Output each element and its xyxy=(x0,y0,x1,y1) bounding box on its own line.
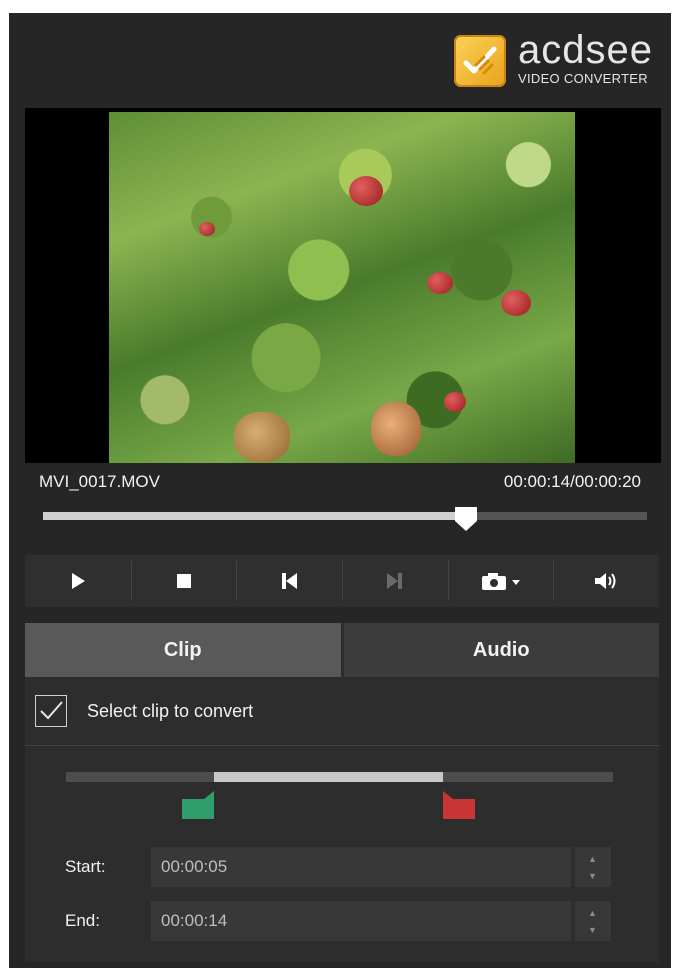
select-clip-label: Select clip to convert xyxy=(87,700,254,721)
end-marker-handle[interactable] xyxy=(443,791,476,819)
seek-bar[interactable] xyxy=(43,507,647,531)
play-icon xyxy=(71,573,85,589)
next-frame-icon xyxy=(386,573,402,589)
conversion-panel: Clip Audio Select clip to convert Start:… xyxy=(25,623,659,962)
time-readout: 00:00:14/00:00:20 xyxy=(503,472,641,491)
start-time-spinner[interactable]: ▲ ▼ xyxy=(575,847,611,887)
app-logo: acdsee VIDEO CONVERTER xyxy=(454,30,653,87)
chevron-down-icon xyxy=(511,580,520,585)
start-marker-handle[interactable] xyxy=(181,791,214,819)
start-time-row: Start: 00:00:05 ▲ ▼ xyxy=(65,847,611,887)
spin-up-icon[interactable]: ▲ xyxy=(588,908,597,918)
panel-tabs: Clip Audio xyxy=(25,623,659,677)
start-label: Start: xyxy=(65,857,106,876)
snapshot-button[interactable] xyxy=(447,555,554,607)
file-name: MVI_0017.MOV xyxy=(39,472,160,491)
end-label: End: xyxy=(65,911,100,930)
select-clip-checkbox[interactable] xyxy=(35,695,67,727)
stop-button[interactable] xyxy=(130,555,237,607)
previous-frame-icon xyxy=(282,573,298,589)
tab-audio[interactable]: Audio xyxy=(340,623,659,677)
stop-icon xyxy=(176,574,191,588)
divider xyxy=(25,745,659,746)
camera-snapshot-icon xyxy=(481,573,520,590)
volume-icon xyxy=(595,573,616,589)
seek-progress xyxy=(43,512,466,520)
video-frame xyxy=(109,112,575,463)
end-time-row: End: 00:00:14 ▲ ▼ xyxy=(65,901,611,941)
brand-name: acdsee xyxy=(518,27,653,72)
clip-range-selection xyxy=(213,772,444,782)
play-button[interactable] xyxy=(25,555,131,607)
product-name: VIDEO CONVERTER xyxy=(518,70,648,86)
acdsee-logo-icon xyxy=(454,35,507,87)
seek-thumb[interactable] xyxy=(453,505,479,533)
tab-clip[interactable]: Clip xyxy=(25,623,341,677)
spin-down-icon[interactable]: ▼ xyxy=(588,871,597,881)
next-frame-button[interactable] xyxy=(342,555,448,607)
previous-frame-button[interactable] xyxy=(236,555,342,607)
video-preview[interactable] xyxy=(25,108,661,463)
start-time-input[interactable]: 00:00:05 xyxy=(151,847,571,887)
end-time-input[interactable]: 00:00:14 xyxy=(151,901,571,941)
spin-up-icon[interactable]: ▲ xyxy=(588,854,597,864)
volume-button[interactable] xyxy=(553,555,659,607)
spin-down-icon[interactable]: ▼ xyxy=(588,925,597,935)
select-clip-row[interactable]: Select clip to convert xyxy=(35,695,253,727)
checkmark-icon xyxy=(40,701,63,720)
app-window: acdsee VIDEO CONVERTER MVI_0017.MOV 00:0… xyxy=(9,13,671,968)
transport-controls xyxy=(25,555,659,607)
clip-range-slider[interactable] xyxy=(66,772,613,782)
end-time-spinner[interactable]: ▲ ▼ xyxy=(575,901,611,941)
